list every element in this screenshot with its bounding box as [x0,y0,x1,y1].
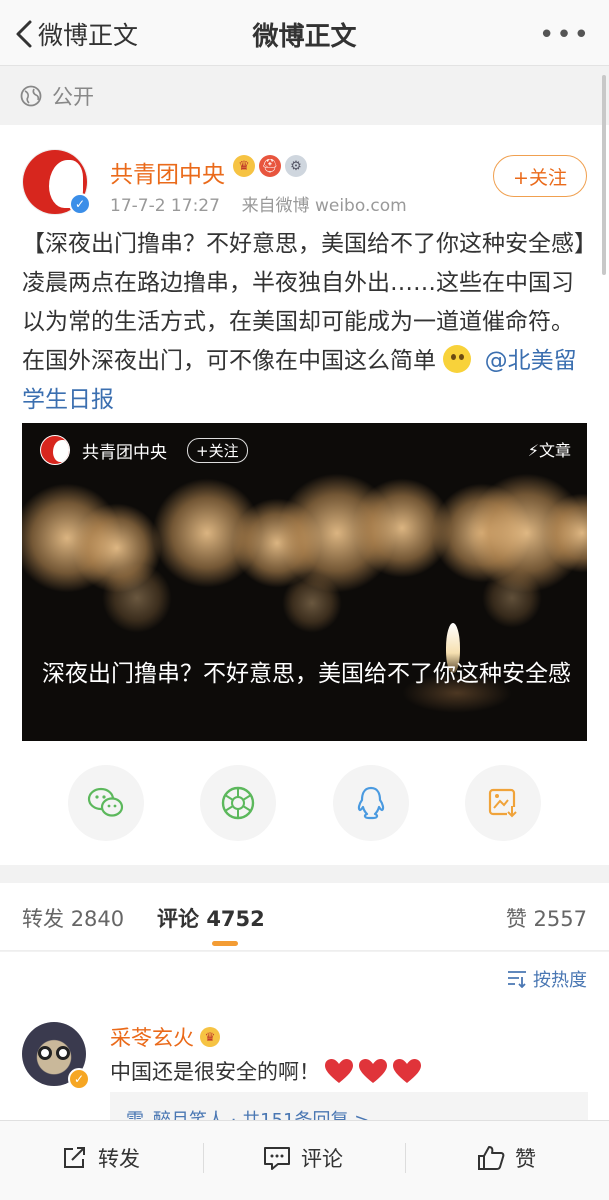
interaction-tabs: 转发 2840 评论 4752 赞 2557 [0,883,609,951]
visibility-label: 公开 [52,85,94,109]
save-image-button[interactable] [465,765,541,841]
sort-label: 按热度 [533,970,587,991]
like-button[interactable]: 赞 [477,1121,536,1195]
tab-repost-count: 2840 [70,907,125,931]
post-author-name[interactable]: 共青团中央 [110,155,225,189]
post-body: 【深夜出门撸串？不好意思，美国给不了你这种安全感】凌晨两点在路边撸串，半夜独自外… [22,225,592,420]
comment-button[interactable]: 评论 [263,1121,343,1195]
article-author-avatar [40,435,70,465]
tab-like-label: 赞 [505,907,527,931]
qq-icon [357,786,385,820]
tab-comment[interactable]: 评论 4752 [157,903,265,933]
comment-text: 中国还是很安全的啊！ [110,1060,320,1084]
scrollbar[interactable] [602,75,606,275]
wechat-icon [87,787,124,817]
crown-badge-icon: ♛ [200,1027,220,1047]
tab-comment-count: 4752 [206,907,265,931]
comment-label: 评论 [301,1147,343,1171]
article-card[interactable]: 共青团中央 +关注 ⚡文章 深夜出门撸串？不好意思，美国给不了你这种安全感 [22,423,587,741]
comment-author[interactable]: 采苓玄火 ♛ [110,1022,220,1052]
moments-share-button[interactable] [200,765,276,841]
top-navigation-bar: 微博正文 微博正文 ••• [0,0,609,66]
repost-icon [64,1147,85,1168]
article-follow-button[interactable]: +关注 [187,437,248,463]
comment-icon [264,1147,290,1170]
article-title: 深夜出门撸串？不好意思，美国给不了你这种安全感 [42,661,571,687]
tab-repost-label: 转发 [22,907,64,931]
medal-badge-icon: ⚙ [285,155,307,177]
follow-button[interactable]: +关注 [493,155,587,197]
heart-icon [325,1059,353,1083]
bottom-action-bar: 转发 评论 赞 [0,1120,609,1200]
tab-repost[interactable]: 转发 2840 [22,903,124,933]
sort-by-hot-button[interactable]: 按热度 [507,966,587,992]
back-button[interactable]: 微博正文 [14,14,138,54]
repost-label: 转发 [98,1147,140,1171]
heart-icon [393,1059,421,1083]
like-label: 赞 [515,1147,536,1171]
active-tab-indicator [212,941,238,946]
post-time: 17-7-2 17:27 [110,196,220,216]
chevron-left-icon [16,20,32,48]
post-source: 来自微博 weibo.com [241,196,407,216]
post-meta: 17-7-2 17:27 来自微博 weibo.com [110,191,407,216]
smile-emoji-icon [443,345,472,373]
article-type-label: ⚡文章 [527,441,571,460]
save-image-icon [488,788,518,818]
share-row [0,765,609,845]
heart-icon [359,1059,387,1083]
sort-icon [508,971,526,988]
comment-text-row: 中国还是很安全的啊！ [110,1056,422,1086]
back-label: 微博正文 [38,21,139,50]
helmet-badge-icon: ⛑ [259,155,281,177]
article-author: 共青团中央 [82,442,167,463]
comment-verified-badge-icon: ✓ [68,1068,90,1090]
visibility-row: 公开 [0,67,609,125]
qq-share-button[interactable] [333,765,409,841]
tab-like-count: 2557 [533,907,587,931]
ellipsis-icon[interactable]: ••• [539,20,591,50]
crown-badge-icon: ♛ [233,155,255,177]
thumbs-up-icon [478,1146,505,1170]
author-badges: ♛ ⛑ ⚙ [233,155,307,177]
comment-author-name: 采苓玄火 [110,1026,194,1050]
tab-comment-label: 评论 [157,907,199,931]
moments-icon [221,786,255,820]
verified-badge-icon: ✓ [69,193,91,215]
article-header: 共青团中央 +关注 [40,435,248,465]
wechat-share-button[interactable] [68,765,144,841]
repost-button[interactable]: 转发 [62,1121,140,1195]
post-card: ✓ 共青团中央 ♛ ⛑ ⚙ 17-7-2 17:27 来自微博 weibo.co… [0,125,609,865]
tab-like[interactable]: 赞 2557 [506,903,587,933]
globe-icon [20,85,42,107]
